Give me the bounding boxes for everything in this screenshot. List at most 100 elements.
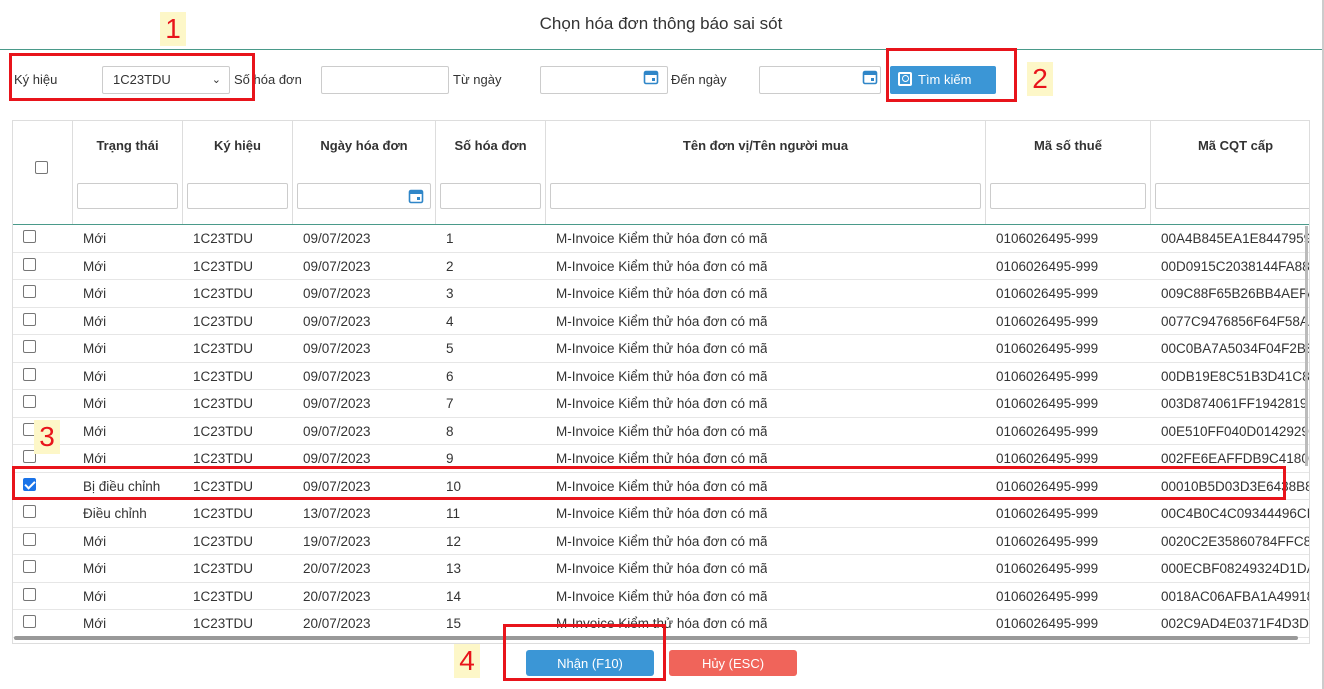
buyer-cell: M-Invoice Kiểm thử hóa đơn có mã: [556, 368, 768, 384]
date-cell: 09/07/2023: [303, 423, 371, 439]
tax-code-cell: 0106026495-999: [996, 423, 1099, 439]
table-row[interactable]: Mới 1C23TDU 09/07/2023 3 M-Invoice Kiểm thử …: [13, 280, 1310, 308]
annotation-number-2: 2: [1027, 62, 1053, 96]
tax-code-filter-input[interactable]: [990, 183, 1146, 209]
column-header: Tên đơn vị/Tên người mua: [682, 138, 849, 153]
tax-code-cell: 0106026495-999: [996, 561, 1099, 576]
vertical-scrollbar[interactable]: [1305, 226, 1308, 466]
select-all-header: [13, 121, 73, 224]
table-row[interactable]: Mới 1C23TDU 09/07/2023 8 M-Invoice Kiểm thử …: [13, 418, 1309, 445]
table-row[interactable]: Mới 1C23TDU 19/07/2023 12 M-Invoice Kiểm thử…: [13, 528, 1309, 555]
number-cell: 6: [446, 368, 454, 384]
cqt-code-filter-input[interactable]: [1155, 183, 1309, 209]
table-row[interactable]: Mới 1C23TDU 09/07/2023 2 M-Invoice Kiểm thử …: [13, 253, 1309, 280]
number-filter-input[interactable]: [440, 183, 541, 209]
buyer-cell: M-Invoice Kiểm thử hóa đơn có mã: [556, 313, 768, 329]
date-cell: 09/07/2023: [303, 396, 371, 411]
column-header: Ngày hóa đơn: [320, 138, 408, 153]
table-row[interactable]: Mới 1C23TDU 09/07/2023 1 M-Invoice Kiểm thử …: [13, 225, 1309, 253]
calendar-icon[interactable]: [643, 69, 659, 85]
row-checkbox[interactable]: [23, 285, 36, 298]
row-checkbox[interactable]: [23, 340, 36, 353]
to-date-label: Đến ngày: [671, 72, 727, 87]
dialog-title: Chọn hóa đơn thông báo sai sót: [0, 0, 1322, 50]
number-cell: 2: [446, 258, 454, 274]
row-checkbox[interactable]: [23, 230, 36, 243]
invoice-selection-dialog: Chọn hóa đơn thông báo sai sót Ký hiệu 1…: [0, 0, 1324, 689]
invoice-table: Trạng thái Ký hiệu Ngày hóa đơn Số hóa đ…: [12, 120, 1310, 644]
calendar-icon[interactable]: [408, 188, 424, 204]
status-cell: Mới: [83, 588, 107, 604]
date-cell: 09/07/2023: [303, 341, 371, 356]
table-row[interactable]: Mới 1C23TDU 09/07/2023 5 M-Invoice Kiểm thử …: [13, 335, 1310, 363]
table-row[interactable]: Mới 1C23TDU 09/07/2023 6 M-Invoice Kiểm thử …: [13, 363, 1309, 390]
tax-code-cell: 0106026495-999: [996, 258, 1099, 274]
tax-code-cell: 0106026495-999: [996, 506, 1099, 521]
number-cell: 11: [446, 506, 461, 521]
date-cell: 09/07/2023: [303, 368, 371, 384]
status-cell: Mới: [83, 423, 107, 439]
status-filter-input[interactable]: [77, 183, 178, 209]
buyer-cell: M-Invoice Kiểm thử hóa đơn có mã: [556, 231, 768, 246]
buyer-filter-input[interactable]: [550, 183, 981, 209]
number-cell: 13: [446, 561, 462, 576]
buyer-cell: M-Invoice Kiểm thử hóa đơn có mã: [556, 588, 768, 604]
cqt-code-cell: 00C0BA7A5034F04F2B8: [1161, 341, 1310, 356]
annotation-number-4: 4: [454, 644, 480, 678]
tax-code-cell: 0106026495-999: [996, 588, 1099, 604]
tax-code-cell: 0106026495-999: [996, 341, 1099, 356]
column-header: Số hóa đơn: [454, 138, 527, 153]
column-header: Mã số thuế: [1034, 138, 1102, 153]
status-cell: Mới: [83, 533, 107, 549]
row-checkbox[interactable]: [23, 560, 36, 573]
column-header: Mã CQT cấp: [1197, 138, 1274, 153]
column-header: Trạng thái: [96, 138, 159, 153]
date-cell: 09/07/2023: [303, 286, 371, 301]
symbol-filter-input[interactable]: [187, 183, 288, 209]
select-all-checkbox[interactable]: [35, 161, 48, 174]
table-row[interactable]: Điều chỉnh 1C23TDU 13/07/2023 11 M-Invoice K…: [13, 500, 1309, 528]
row-checkbox[interactable]: [23, 367, 36, 381]
row-checkbox[interactable]: [23, 615, 36, 628]
row-checkbox[interactable]: [23, 395, 36, 408]
table-row[interactable]: Mới 1C23TDU 20/07/2023 13 M-Invoice Kiểm thử…: [13, 555, 1309, 583]
symbol-cell: 1C23TDU: [193, 286, 254, 301]
row-checkbox[interactable]: [23, 532, 36, 546]
status-cell: Mới: [83, 313, 107, 329]
date-cell: 20/07/2023: [303, 588, 371, 604]
status-cell: Điều chỉnh: [83, 506, 147, 521]
symbol-cell: 1C23TDU: [193, 231, 254, 246]
symbol-cell: 1C23TDU: [193, 341, 254, 356]
row-checkbox[interactable]: [23, 587, 36, 601]
invoice-number-input[interactable]: [321, 66, 449, 94]
column-status: Trạng thái: [73, 121, 183, 224]
table-header: Trạng thái Ký hiệu Ngày hóa đơn Số hóa đ…: [13, 121, 1309, 225]
date-cell: 09/07/2023: [303, 231, 371, 246]
table-row[interactable]: Mới 1C23TDU 09/07/2023 4 M-Invoice Kiểm thử …: [13, 308, 1309, 335]
tax-code-cell: 0106026495-999: [996, 286, 1099, 301]
row-checkbox[interactable]: [23, 312, 36, 326]
symbol-cell: 1C23TDU: [193, 368, 254, 384]
table-row[interactable]: Mới 1C23TDU 09/07/2023 7 M-Invoice Kiểm thử …: [13, 390, 1309, 418]
cqt-code-cell: 002C9AD4E0371F4D3D: [1161, 616, 1309, 631]
number-cell: 5: [446, 341, 454, 356]
column-cqt-code: Mã CQT cấp: [1151, 121, 1309, 224]
column-buyer: Tên đơn vị/Tên người mua: [546, 121, 986, 224]
cqt-code-cell: 003D874061FF1942819: [1161, 396, 1308, 411]
annotation-number-1: 1: [160, 12, 186, 46]
symbol-cell: 1C23TDU: [193, 423, 254, 439]
symbol-cell: 1C23TDU: [193, 533, 254, 549]
cqt-code-cell: 009C88F65B26BB4AEFA: [1161, 286, 1310, 301]
status-cell: Mới: [83, 231, 107, 246]
number-cell: 12: [446, 533, 462, 549]
number-cell: 1: [446, 231, 454, 246]
number-cell: 4: [446, 313, 454, 329]
row-checkbox[interactable]: [23, 257, 36, 271]
status-cell: Mới: [83, 258, 107, 274]
date-cell: 20/07/2023: [303, 561, 371, 576]
table-row[interactable]: Mới 1C23TDU 20/07/2023 14 M-Invoice Kiểm thử…: [13, 583, 1309, 610]
calendar-icon[interactable]: [862, 69, 878, 85]
row-checkbox[interactable]: [23, 505, 36, 518]
symbol-cell: 1C23TDU: [193, 616, 254, 631]
cancel-button[interactable]: Hủy (ESC): [669, 650, 797, 676]
